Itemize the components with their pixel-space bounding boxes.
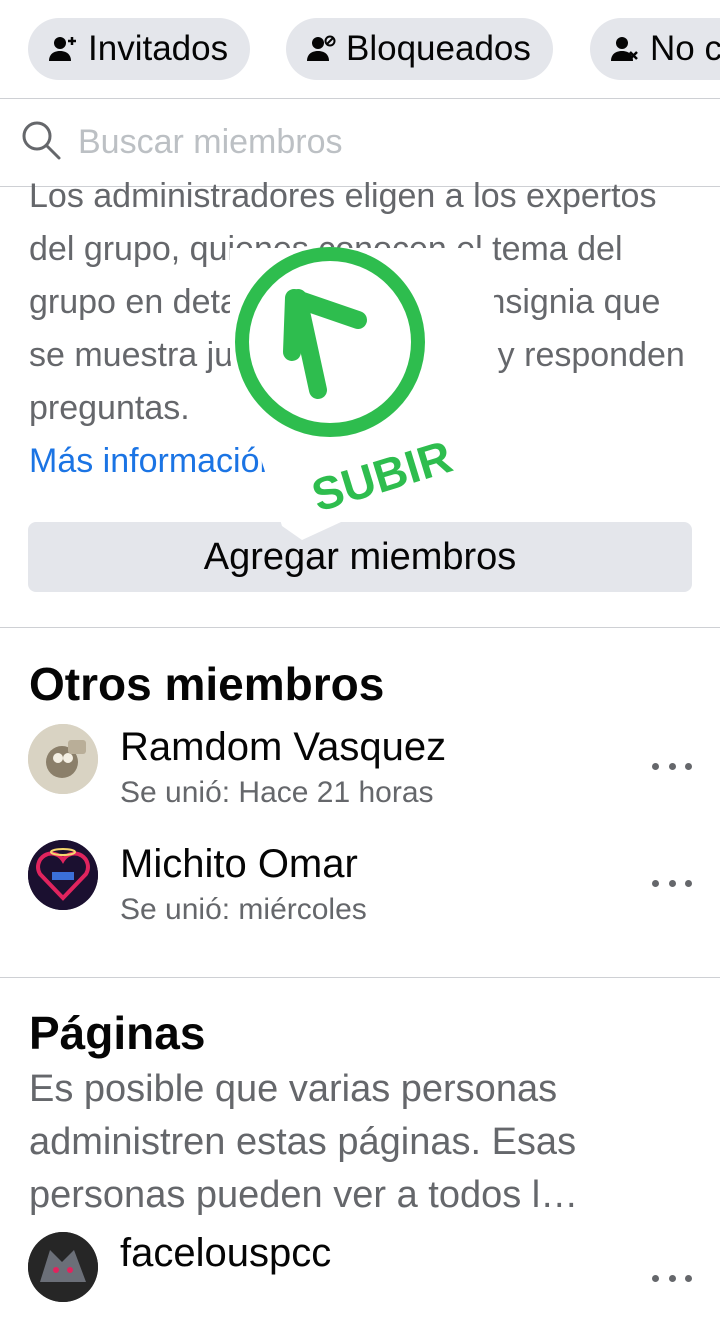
member-joined: Se unió: miércoles xyxy=(120,893,367,926)
chip-invitados[interactable]: Invitados xyxy=(28,18,251,80)
page-name[interactable]: facelouspcc xyxy=(120,1231,331,1276)
upload-sticker[interactable]: SUBIR xyxy=(222,240,502,540)
chip-label: Invitados xyxy=(88,29,229,68)
search-icon xyxy=(22,121,61,160)
search-input[interactable] xyxy=(78,117,678,167)
page-row[interactable]: facelouspcc xyxy=(0,1228,720,1338)
member-row[interactable]: Ramdom Vasquez Se unió: Hace 21 horas xyxy=(0,720,720,830)
chip-no[interactable]: No c xyxy=(590,18,720,80)
divider xyxy=(0,627,720,628)
more-options-icon[interactable] xyxy=(652,1268,692,1288)
other-members-title: Otros miembros xyxy=(29,658,385,710)
filter-chips: Invitados Bloqueados No c xyxy=(0,0,720,98)
more-options-icon[interactable] xyxy=(652,873,692,893)
member-name[interactable]: Ramdom Vasquez xyxy=(120,725,446,770)
person-remove-icon xyxy=(611,37,638,61)
chip-label: No c xyxy=(650,29,720,68)
member-row[interactable]: Michito Omar Se unió: miércoles xyxy=(0,837,720,947)
divider xyxy=(0,977,720,978)
pages-title: Páginas xyxy=(29,1007,206,1059)
pages-description: Es posible que varias personas administr… xyxy=(29,1068,579,1216)
avatar xyxy=(28,1232,98,1302)
avatar xyxy=(28,840,98,910)
more-options-icon[interactable] xyxy=(652,756,692,776)
chip-label: Bloqueados xyxy=(346,29,531,68)
person-blocked-icon xyxy=(307,35,336,61)
person-add-icon xyxy=(49,37,76,61)
member-joined: Se unió: Hace 21 horas xyxy=(120,776,434,809)
member-name[interactable]: Michito Omar xyxy=(120,842,358,887)
chip-bloqueados[interactable]: Bloqueados xyxy=(286,18,553,80)
avatar xyxy=(28,724,98,794)
